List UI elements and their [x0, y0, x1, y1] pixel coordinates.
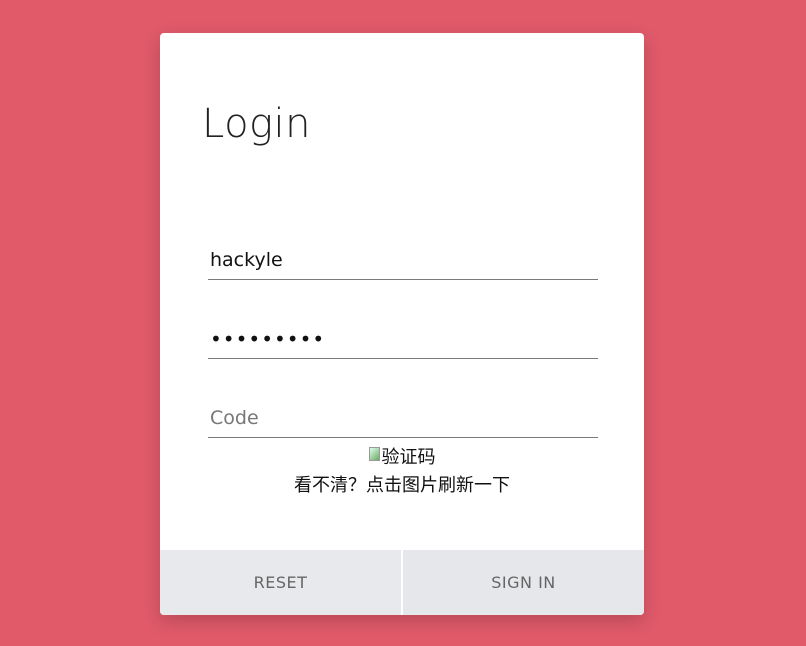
login-card: Login 验证码 看不清？点击图片刷新一下 RESET SIGN IN [160, 33, 644, 615]
broken-image-icon [368, 447, 380, 461]
captcha-area: 验证码 看不清？点击图片刷新一下 [160, 443, 644, 497]
page-title: Login [202, 101, 312, 147]
reset-button[interactable]: RESET [160, 550, 401, 615]
captcha-alt-text: 验证码 [381, 447, 436, 468]
captcha-hint: 看不清？点击图片刷新一下 [294, 475, 510, 496]
code-field-container [208, 399, 598, 438]
button-bar: RESET SIGN IN [160, 550, 644, 615]
sign-in-button[interactable]: SIGN IN [401, 550, 644, 615]
code-input[interactable] [208, 399, 598, 437]
captcha-image[interactable]: 验证码 [368, 443, 436, 469]
password-input[interactable] [208, 320, 598, 358]
username-input[interactable] [208, 241, 598, 279]
password-field-container [208, 320, 598, 359]
username-field-container [208, 241, 598, 280]
